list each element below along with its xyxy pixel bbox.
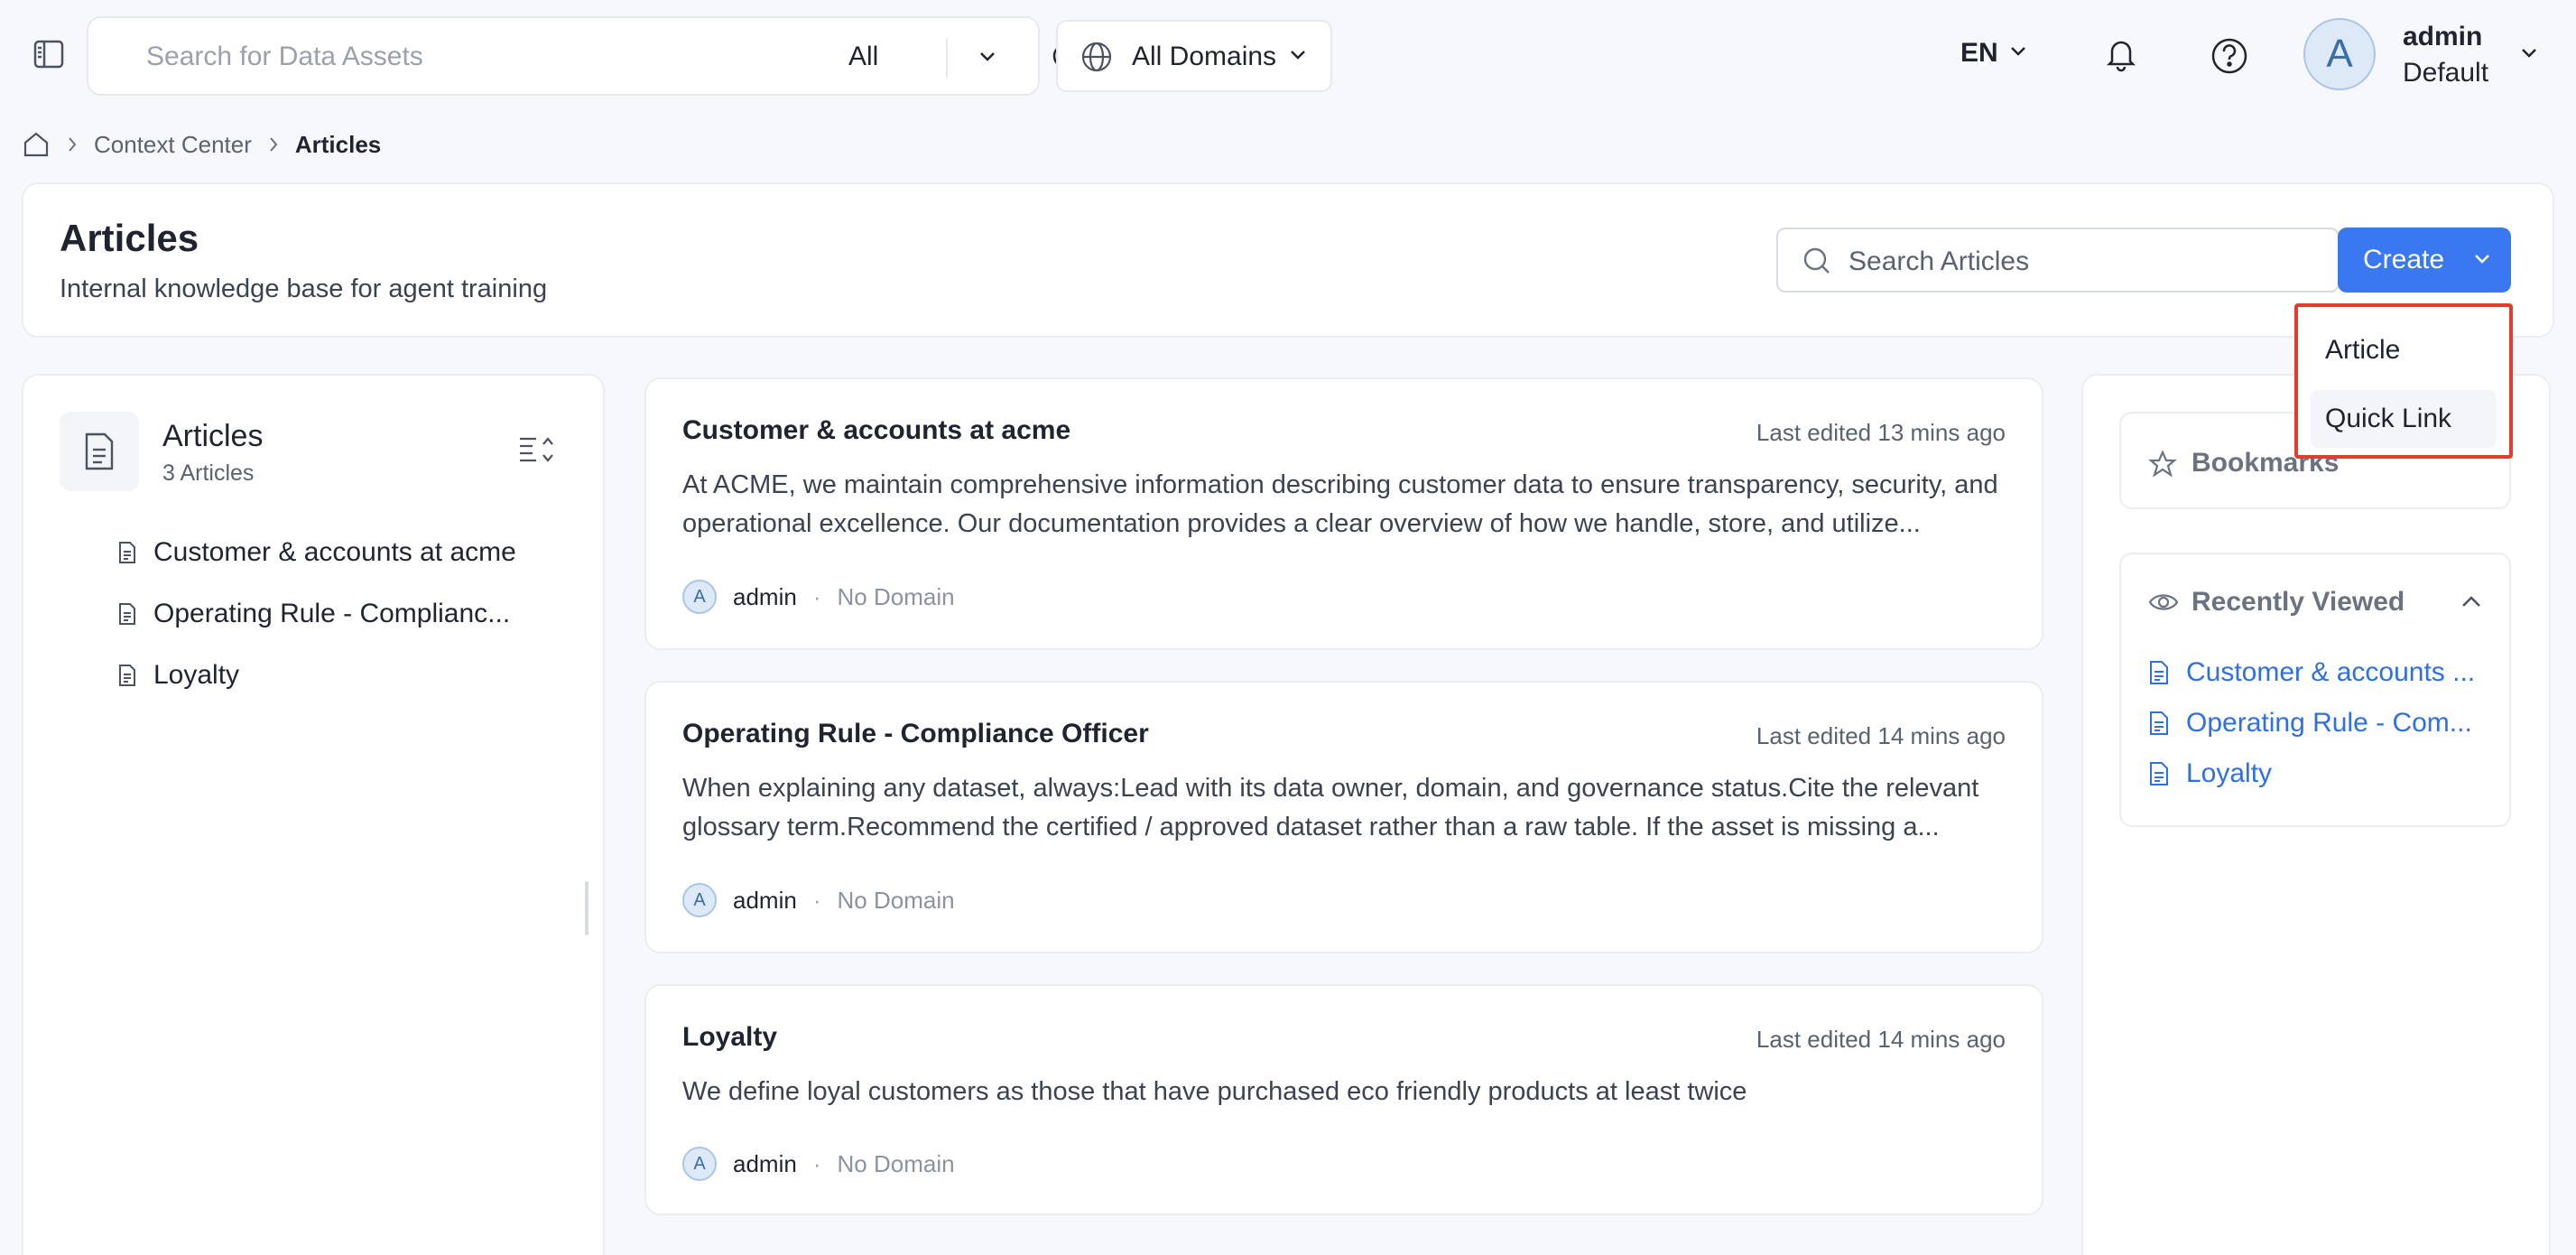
- chevron-down-icon: [980, 52, 995, 61]
- top-bar: Search for Data Assets All All Domains E…: [0, 0, 2576, 112]
- global-search-box[interactable]: Search for Data Assets All: [87, 16, 1080, 96]
- create-menu: Article Quick Link: [2294, 303, 2513, 459]
- search-divider: [946, 38, 948, 78]
- article-edited: Last edited 14 mins ago: [1756, 722, 2006, 749]
- article-title[interactable]: Loyalty: [682, 1022, 777, 1053]
- right-side-panel: Bookmarks Recently Viewed Customer & acc…: [2081, 374, 2551, 1255]
- article-card[interactable]: Loyalty Last edited 14 mins ago We defin…: [644, 984, 2043, 1215]
- document-icon: [2150, 661, 2168, 684]
- recent-item-label: Loyalty: [2186, 758, 2273, 788]
- article-edited: Last edited 14 mins ago: [1756, 1026, 2006, 1053]
- home-icon[interactable]: [22, 130, 51, 159]
- user-avatar[interactable]: A: [2303, 18, 2376, 90]
- page-subtitle: Internal knowledge base for agent traini…: [60, 274, 548, 303]
- user-name: admin: [2403, 22, 2483, 51]
- tree-item[interactable]: Operating Rule - Complianc...: [117, 596, 510, 632]
- chevron-right-icon: [69, 137, 77, 152]
- articles-tree-panel: Articles 3 Articles Customer & accounts …: [22, 374, 605, 1255]
- chevron-right-icon: [270, 137, 278, 152]
- tree-item-label: Loyalty: [153, 660, 240, 690]
- page-header: Articles Internal knowledge base for age…: [22, 182, 2554, 338]
- article-summary: We define loyal customers as those that …: [682, 1077, 1747, 1106]
- tree-item[interactable]: Loyalty: [117, 657, 239, 693]
- document-icon: [119, 542, 135, 563]
- chevron-down-icon: [1291, 51, 1305, 60]
- tree-item[interactable]: Customer & accounts at acme: [117, 535, 516, 571]
- document-icon: [85, 432, 114, 470]
- chevron-down-icon: [2475, 255, 2489, 264]
- author-avatar: A: [682, 1147, 717, 1181]
- page-title: Articles: [60, 217, 199, 259]
- article-title[interactable]: Customer & accounts at acme: [682, 415, 1070, 446]
- star-icon: [2148, 450, 2177, 478]
- chevron-up-icon[interactable]: [2460, 594, 2482, 609]
- article-search-placeholder: Search Articles: [1849, 246, 2030, 276]
- create-button[interactable]: Create: [2338, 228, 2511, 293]
- article-domain: No Domain: [837, 1149, 955, 1177]
- globe-icon: [1081, 42, 1112, 72]
- meta-separator: ·: [812, 582, 821, 610]
- author-name: admin: [733, 582, 797, 610]
- recent-item[interactable]: Customer & accounts ...: [2148, 657, 2475, 688]
- domains-label: All Domains: [1132, 42, 1277, 71]
- breadcrumb-articles: Articles: [294, 130, 382, 158]
- sort-list-icon[interactable]: [518, 433, 556, 466]
- language-select[interactable]: EN: [1960, 38, 1998, 69]
- document-icon: [119, 603, 135, 625]
- meta-separator: ·: [812, 886, 821, 914]
- recent-item-label: Operating Rule - Com...: [2186, 708, 2472, 738]
- articles-icon-box: [60, 412, 139, 491]
- article-meta: A admin · No Domain: [682, 1147, 955, 1181]
- article-domain: No Domain: [837, 582, 955, 610]
- global-search-input[interactable]: Search for Data Assets: [146, 42, 423, 72]
- left-resize-handle[interactable]: [585, 881, 588, 935]
- domains-dropdown[interactable]: All Domains: [1056, 20, 1332, 92]
- notification-bell-icon[interactable]: [2101, 34, 2141, 74]
- article-summary: At ACME, we maintain comprehensive infor…: [682, 470, 1998, 538]
- article-title[interactable]: Operating Rule - Compliance Officer: [682, 719, 1149, 749]
- create-menu-article[interactable]: Article: [2311, 321, 2497, 379]
- article-search-input[interactable]: Search Articles: [1776, 228, 2340, 293]
- tree-title: Articles: [162, 419, 264, 453]
- breadcrumb-context-center[interactable]: Context Center: [94, 131, 252, 159]
- tree-item-label: Operating Rule - Complianc...: [153, 599, 511, 628]
- eye-icon: [2148, 594, 2179, 610]
- create-button-label: Create: [2363, 245, 2445, 274]
- meta-separator: ·: [812, 1149, 821, 1177]
- recent-item-label: Customer & accounts ...: [2186, 657, 2476, 687]
- document-icon: [119, 665, 135, 686]
- article-domain: No Domain: [837, 886, 955, 914]
- sidebar-toggle-icon[interactable]: [32, 38, 65, 70]
- author-name: admin: [733, 886, 797, 914]
- author-name: admin: [733, 1149, 797, 1177]
- create-menu-quick-link[interactable]: Quick Link: [2311, 390, 2497, 448]
- recently-viewed-label: Recently Viewed: [2191, 587, 2405, 617]
- tree-item-label: Customer & accounts at acme: [153, 537, 516, 567]
- article-summary: When explaining any dataset, always:Lead…: [682, 774, 1979, 841]
- tree-count: 3 Articles: [162, 460, 255, 486]
- breadcrumb: Context Center Articles: [22, 128, 381, 161]
- recent-item[interactable]: Loyalty: [2148, 758, 2272, 789]
- article-meta: A admin · No Domain: [682, 883, 955, 917]
- chevron-down-icon[interactable]: [2009, 45, 2027, 58]
- search-scope-select[interactable]: All: [848, 42, 878, 72]
- recent-item[interactable]: Operating Rule - Com...: [2148, 708, 2472, 739]
- document-icon: [2150, 711, 2168, 735]
- user-role: Default: [2403, 58, 2489, 88]
- article-edited: Last edited 13 mins ago: [1756, 419, 2006, 446]
- search-icon: [1803, 247, 1830, 274]
- article-meta: A admin · No Domain: [682, 580, 955, 614]
- help-icon[interactable]: [2210, 36, 2249, 76]
- chevron-down-icon[interactable]: [2520, 47, 2538, 60]
- recently-viewed-section: Recently Viewed Customer & accounts ... …: [2119, 553, 2511, 827]
- author-avatar: A: [682, 580, 717, 614]
- document-icon: [2150, 762, 2168, 786]
- article-card[interactable]: Customer & accounts at acme Last edited …: [644, 377, 2043, 650]
- article-card[interactable]: Operating Rule - Compliance Officer Last…: [644, 681, 2043, 953]
- author-avatar: A: [682, 883, 717, 917]
